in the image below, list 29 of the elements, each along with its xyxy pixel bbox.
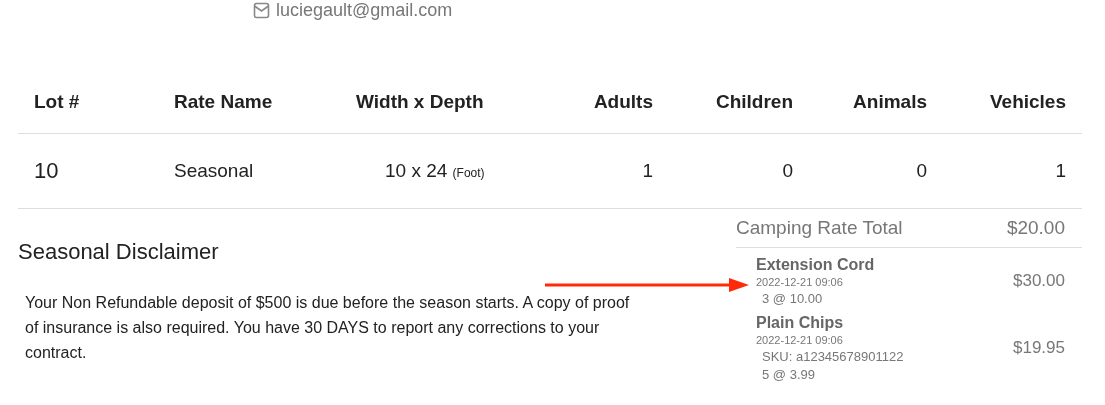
section-title: Seasonal Disclaimer bbox=[18, 239, 220, 265]
disclaimer-text: Your Non Refundable deposit of $500 is due before the season starts. A copy of proof of insurance is also required. You have 30 DAYS to report any corrections to your contract. bbox=[25, 293, 631, 363]
table-cell-text: Seasonal bbox=[173, 160, 255, 182]
table-cell-text: 10 bbox=[33, 158, 60, 184]
column-header: Lot # bbox=[33, 90, 81, 113]
table-cell-text: 10 x 24 (Foot) bbox=[384, 160, 486, 182]
column-header: Animals bbox=[852, 90, 928, 113]
item-amount: $19.95 bbox=[1013, 338, 1065, 358]
total-amount: $20.00 bbox=[1006, 217, 1065, 239]
table-cell-text: 0 bbox=[781, 160, 794, 182]
column-header: Rate Name bbox=[173, 90, 274, 113]
item-detail: 3 @ 10.00 bbox=[762, 291, 824, 306]
column-header: Width x Depth bbox=[355, 90, 485, 113]
mail-icon bbox=[253, 1, 270, 19]
table-cell-text: 1 bbox=[641, 160, 654, 182]
column-header: Vehicles bbox=[988, 90, 1067, 113]
table-cell-text: 0 bbox=[915, 160, 928, 182]
item-detail: SKU: a12345678901122 bbox=[762, 349, 904, 364]
email-text: luciegault@gmail.com bbox=[276, 0, 453, 20]
item-date: 2022-12-21 09:06 bbox=[756, 276, 844, 288]
item-detail: 5 @ 3.99 bbox=[762, 367, 816, 382]
item-name: Extension Cord bbox=[756, 256, 875, 274]
column-header: Children bbox=[714, 90, 794, 113]
item-amount: $30.00 bbox=[1013, 271, 1065, 291]
total-label: Camping Rate Total bbox=[736, 217, 903, 239]
item-date: 2022-12-21 09:06 bbox=[756, 334, 844, 346]
column-header: Adults bbox=[592, 90, 654, 113]
table-cell-text: 1 bbox=[1054, 160, 1067, 182]
item-name: Plain Chips bbox=[756, 314, 845, 332]
